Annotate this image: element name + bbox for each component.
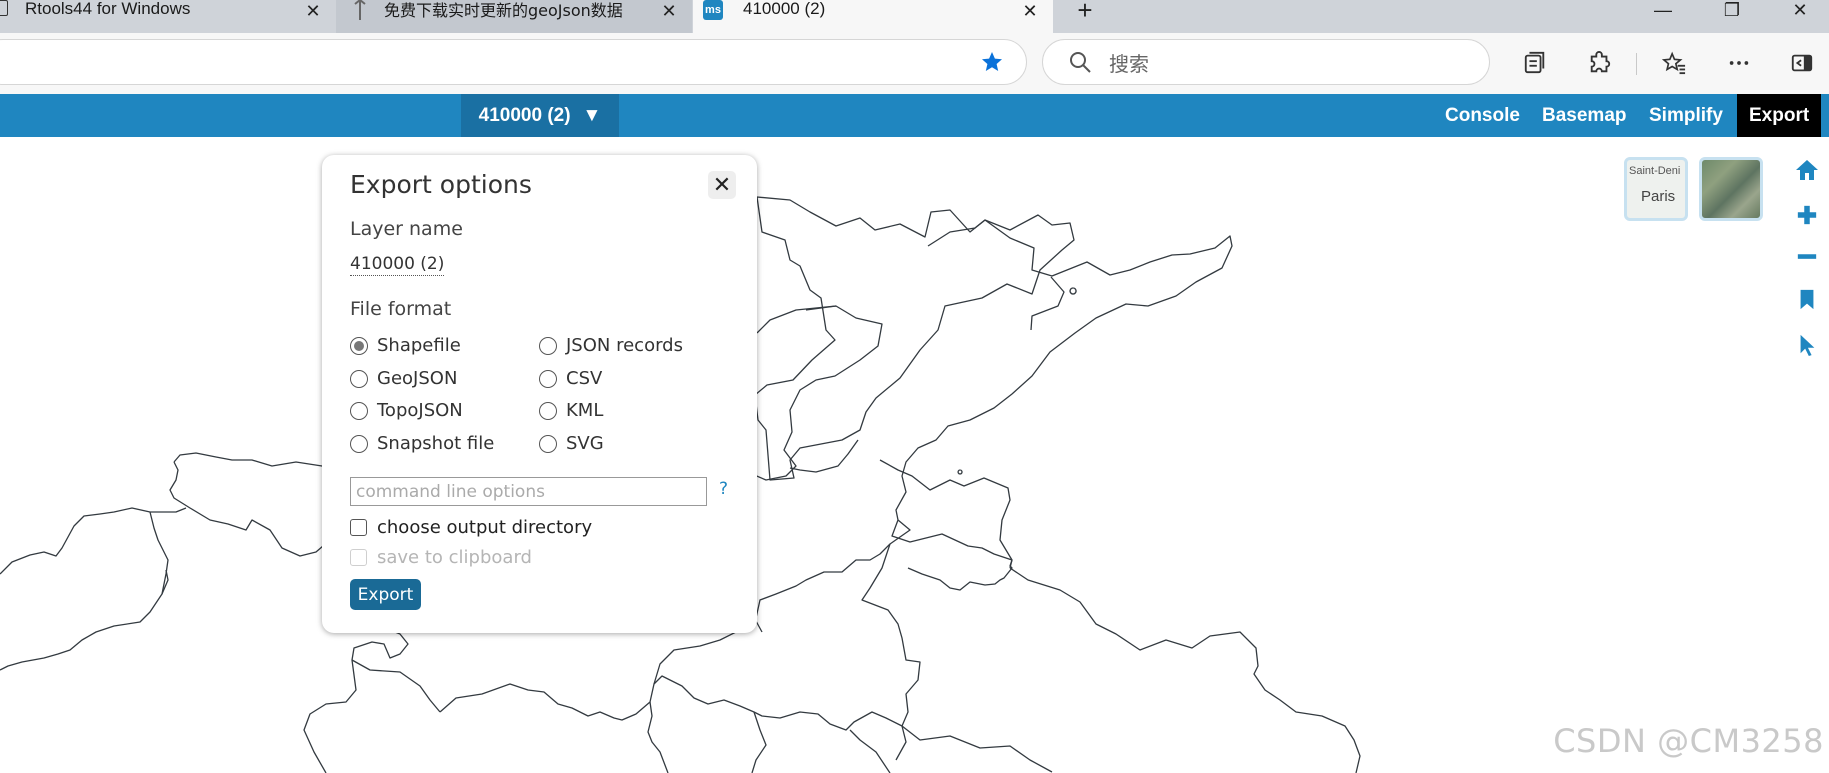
map-canvas[interactable]: Saint-Deni Paris CSDN @CM3258 [0,137,1829,773]
home-icon[interactable] [1794,157,1820,183]
province-boundaries [0,196,1361,773]
radio-button[interactable] [539,369,557,388]
basemap-button[interactable]: Basemap [1542,94,1627,137]
browser-tab-strip: Rtools44 for Windows ✕ 免费下载实时更新的geoJson数… [0,0,1829,33]
search-input[interactable]: 搜索 [1042,39,1490,85]
tab-mapshaper[interactable]: ms 410000 (2) ✕ [693,0,1053,33]
command-line-options-input[interactable] [350,477,707,506]
place-label: Saint-Deni [1629,165,1681,177]
sidebar-toggle-icon[interactable] [1788,49,1816,77]
format-label: SVG [566,433,604,454]
format-option-json-records[interactable]: JSON records [539,335,683,356]
collections-icon[interactable] [1521,49,1549,77]
radio-button[interactable] [350,336,368,355]
radio-button[interactable] [350,369,368,388]
help-link[interactable]: ? [719,479,728,499]
favorite-star-icon[interactable] [980,50,1004,74]
dialog-title: Export options [350,170,532,199]
basemap-streets-thumb[interactable]: Saint-Deni Paris [1624,157,1688,221]
extensions-icon[interactable] [1586,49,1614,77]
console-button[interactable]: Console [1445,94,1520,137]
radio-button[interactable] [539,401,557,420]
simplify-button[interactable]: Simplify [1649,94,1723,137]
document-icon [0,0,8,16]
save-to-clipboard-option: save to clipboard [350,547,532,568]
format-label: JSON records [566,335,683,356]
radio-button[interactable] [539,336,557,355]
tab-geojson[interactable]: 免费下载实时更新的geoJson数据 ✕ [336,0,692,33]
tab-close-button[interactable]: ✕ [1019,0,1041,22]
address-bar[interactable] [0,39,1027,85]
format-option-geojson[interactable]: GeoJSON [350,368,457,389]
bookmark-icon[interactable] [1794,286,1820,312]
radio-button[interactable] [539,434,557,453]
tab-title: 410000 (2) [743,0,826,18]
pin-icon [354,0,366,20]
layer-menu-button[interactable]: 410000 (2) ▼ [461,94,619,137]
tab-title: Rtools44 for Windows [25,0,191,18]
search-placeholder: 搜索 [1109,51,1149,76]
checkbox-label: save to clipboard [377,547,532,568]
format-label: CSV [566,368,603,389]
format-option-snapshot[interactable]: Snapshot file [350,433,494,454]
restore-button[interactable]: ❐ [1712,0,1752,20]
export-options-dialog: Export options ✕ Layer name 410000 (2) F… [322,155,757,633]
format-label: Shapefile [377,335,461,356]
browser-toolbar: 搜索 [0,33,1829,94]
tab-title: 免费下载实时更新的geoJson数据 [384,0,623,20]
radio-button[interactable] [350,434,368,453]
zoom-out-icon[interactable] [1794,244,1820,270]
tab-close-button[interactable]: ✕ [658,0,680,22]
close-window-button[interactable]: ✕ [1780,0,1820,20]
new-tab-button[interactable]: + [1070,0,1100,23]
export-nav-button[interactable]: Export [1737,94,1822,137]
layer-name-label: Layer name [350,218,463,240]
radio-button[interactable] [350,401,368,420]
tab-close-button[interactable]: ✕ [302,0,324,22]
layer-menu-label: 410000 (2) [478,104,571,126]
file-format-label: File format [350,298,452,320]
toolbar-divider [1636,53,1637,75]
format-label: KML [566,400,604,421]
format-option-kml[interactable]: KML [539,400,603,421]
checkbox-label: choose output directory [377,517,593,538]
tab-rtools[interactable]: Rtools44 for Windows ✕ [0,0,336,33]
checkbox [350,549,367,566]
app-header: 410000 (2) ▼ Console Basemap Simplify Ex… [0,94,1829,137]
more-options-icon[interactable] [1725,49,1753,77]
format-label: GeoJSON [377,368,458,389]
format-option-svg[interactable]: SVG [539,433,604,454]
zoom-in-icon[interactable] [1794,202,1820,228]
mapshaper-icon: ms [703,0,723,20]
close-dialog-button[interactable]: ✕ [708,171,736,199]
format-label: TopoJSON [377,400,463,421]
favorites-icon[interactable] [1660,49,1688,77]
dropdown-arrow-icon: ▼ [582,104,602,126]
format-option-csv[interactable]: CSV [539,368,602,389]
checkbox[interactable] [350,519,367,536]
format-option-topojson[interactable]: TopoJSON [350,400,463,421]
search-icon [1070,52,1091,73]
choose-output-directory-option[interactable]: choose output directory [350,517,592,538]
format-label: Snapshot file [377,433,495,454]
layer-name-field[interactable]: 410000 (2) [350,254,445,276]
watermark-text: CSDN @CM3258 [1553,722,1824,760]
format-option-shapefile[interactable]: Shapefile [350,335,461,356]
place-label: Paris [1641,188,1676,205]
export-button[interactable]: Export [350,579,421,610]
pointer-icon[interactable] [1794,332,1820,358]
basemap-satellite-thumb[interactable] [1699,157,1763,221]
minimize-button[interactable]: — [1643,0,1683,20]
